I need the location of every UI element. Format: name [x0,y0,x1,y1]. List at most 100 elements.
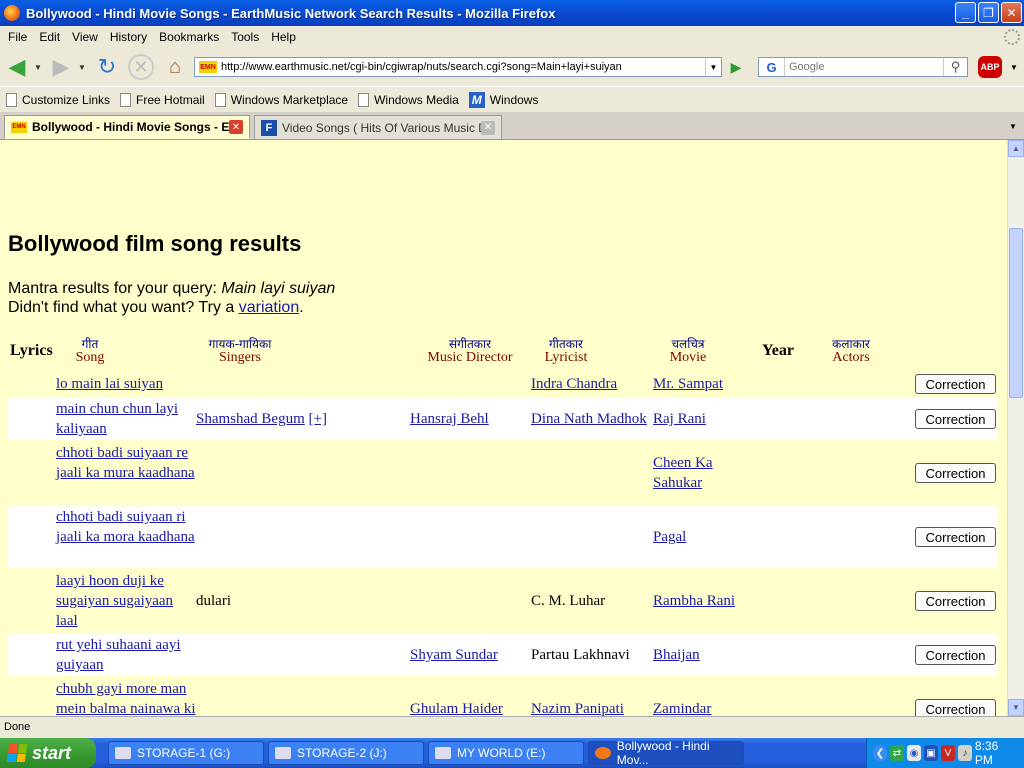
variation-link[interactable]: variation [239,299,299,316]
menu-bar: File Edit View History Bookmarks Tools H… [0,26,1024,48]
bookmark-free-hotmail[interactable]: Free Hotmail [120,92,205,107]
lyricist-text: C. M. Luhar [531,593,606,609]
home-icon[interactable]: ⌂ [162,54,188,80]
song-link[interactable]: main chun chun layi kaliyaan [56,399,196,439]
correction-button[interactable]: Correction [915,591,996,611]
more-singers-link[interactable]: [+] [309,411,327,427]
tab-close-icon[interactable]: ✕ [481,120,495,135]
minimize-button[interactable]: _ [955,2,976,23]
forward-arrow-icon[interactable]: ▶ [48,54,74,79]
correction-button[interactable]: Correction [915,645,996,665]
close-button[interactable]: ✕ [1001,2,1022,23]
page-content: Bollywood film song results Mantra resul… [0,140,1007,716]
scroll-up-arrow-icon[interactable]: ▲ [1008,140,1024,157]
movie-link[interactable]: Rambha Rani [653,591,758,611]
tray-expand-icon[interactable]: ❮ [873,745,887,761]
variation-prompt: Didn't find what you want? Try a variati… [8,299,304,316]
bookmark-customize-links[interactable]: Customize Links [6,92,110,107]
scrollbar-thumb[interactable] [1009,228,1023,398]
reload-icon[interactable]: ↻ [94,54,120,80]
taskbar-item-my-world[interactable]: MY WORLD (E:) [428,741,584,765]
maximize-button[interactable]: ❐ [978,2,999,23]
tab-video-songs[interactable]: F Video Songs ( Hits Of Various Music Di… [254,115,502,139]
header-year: Year [762,342,794,359]
tab-bollywood[interactable]: EMN Bollywood - Hindi Movie Songs - E...… [4,115,250,139]
lyricist-text: Partau Lakhnavi [531,647,630,663]
taskbar-item-storage-2[interactable]: STORAGE-2 (J:) [268,741,424,765]
music-director-link[interactable]: Hansraj Behl [410,409,530,429]
clock[interactable]: 8:36 PM [975,739,1014,767]
search-bar[interactable]: G ⚲ [758,57,968,77]
window-titlebar[interactable]: Bollywood - Hindi Movie Songs - EarthMus… [0,0,1024,26]
network-icon[interactable]: ⇄ [889,745,904,761]
bookmark-windows-marketplace[interactable]: Windows Marketplace [214,92,348,107]
stop-icon[interactable]: ✕ [128,54,154,80]
menu-bookmarks[interactable]: Bookmarks [153,30,225,44]
search-input[interactable] [785,61,943,73]
search-engine-icon[interactable]: G [759,58,785,76]
menu-history[interactable]: History [104,30,153,44]
tab-close-icon[interactable]: ✕ [229,120,243,134]
status-text: Done [4,721,31,733]
movie-link[interactable]: Pagal [653,527,758,547]
table-row: rut yehi suhaani aayi guiyaan Shyam Sund… [8,634,998,676]
correction-button[interactable]: Correction [915,527,996,547]
volume-icon[interactable]: ♪ [957,745,972,761]
menu-tools[interactable]: Tools [225,30,265,44]
song-link[interactable]: lo main lai suiyan [56,374,196,394]
security-icon[interactable]: ◉ [906,745,921,761]
correction-button[interactable]: Correction [915,374,996,394]
menu-view[interactable]: View [66,30,104,44]
song-link[interactable]: chubh gayi more man mein balma nainawa k… [56,679,196,716]
song-link[interactable]: laayi hoon duji ke sugaiyan sugaiyaan la… [56,571,196,631]
go-arrow-icon[interactable]: ▶ [726,57,746,77]
bookmark-windows[interactable]: M Windows [468,91,538,108]
song-link[interactable]: chhoti badi suiyaan ri jaali ka mora kaa… [56,507,196,547]
music-director-link[interactable]: Ghulam Haider [410,699,530,716]
throbber-icon [1004,29,1020,45]
singer-text: dulari [196,593,231,609]
adblock-dropdown-icon[interactable]: ▼ [1008,58,1020,76]
tab-list-dropdown-icon[interactable]: ▼ [1006,118,1020,134]
page-title: Bollywood film song results [8,231,302,256]
movie-link[interactable]: Zamindar [653,699,758,716]
bookmark-windows-media[interactable]: Windows Media [358,92,459,107]
monitor-icon[interactable]: ▣ [923,745,938,761]
lyricist-link[interactable]: Nazim Panipati [531,699,653,716]
correction-button[interactable]: Correction [915,463,996,483]
lyricist-link[interactable]: Dina Nath Madhok [531,409,653,429]
movie-link[interactable]: Cheen Ka Sahukar [653,453,733,493]
url-text[interactable]: http://www.earthmusic.net/cgi-bin/cgiwra… [221,61,705,73]
start-button[interactable]: start [0,738,96,768]
antivirus-icon[interactable]: V [940,745,955,761]
url-history-dropdown-icon[interactable]: ▼ [705,58,721,76]
back-history-dropdown-icon[interactable]: ▼ [32,58,44,76]
taskbar-item-storage-1[interactable]: STORAGE-1 (G:) [108,741,264,765]
correction-button[interactable]: Correction [915,409,996,429]
movie-link[interactable]: Mr. Sampat [653,374,758,394]
singer-link[interactable]: Shamshad Begum [196,411,305,427]
menu-file[interactable]: File [2,30,33,44]
lyricist-link[interactable]: Indra Chandra [531,374,653,394]
search-magnifier-icon[interactable]: ⚲ [943,58,967,76]
address-bar[interactable]: EMN http://www.earthmusic.net/cgi-bin/cg… [194,57,722,77]
table-row: laayi hoon duji ke sugaiyan sugaiyaan la… [8,570,998,632]
adblock-plus-icon[interactable]: ABP [978,56,1002,78]
menu-edit[interactable]: Edit [33,30,66,44]
table-row: lo main lai suiyan Indra Chandra Mr. Sam… [8,372,998,396]
correction-button[interactable]: Correction [915,699,996,716]
song-link[interactable]: chhoti badi suiyaan re jaali ka mura kaa… [56,443,196,483]
back-arrow-icon[interactable]: ◀ [4,54,30,79]
page-icon [120,92,132,107]
music-director-link[interactable]: Shyam Sundar [410,645,530,665]
vertical-scrollbar[interactable]: ▲ ▼ [1007,140,1024,716]
query-text: Main layi suiyan [221,280,336,297]
movie-link[interactable]: Bhaijan [653,645,758,665]
scroll-down-arrow-icon[interactable]: ▼ [1008,699,1024,716]
forward-history-dropdown-icon[interactable]: ▼ [76,58,88,76]
drive-icon [275,747,291,759]
menu-help[interactable]: Help [265,30,302,44]
movie-link[interactable]: Raj Rani [653,409,758,429]
taskbar-item-firefox[interactable]: Bollywood - Hindi Mov... [588,739,744,767]
song-link[interactable]: rut yehi suhaani aayi guiyaan [56,635,196,675]
